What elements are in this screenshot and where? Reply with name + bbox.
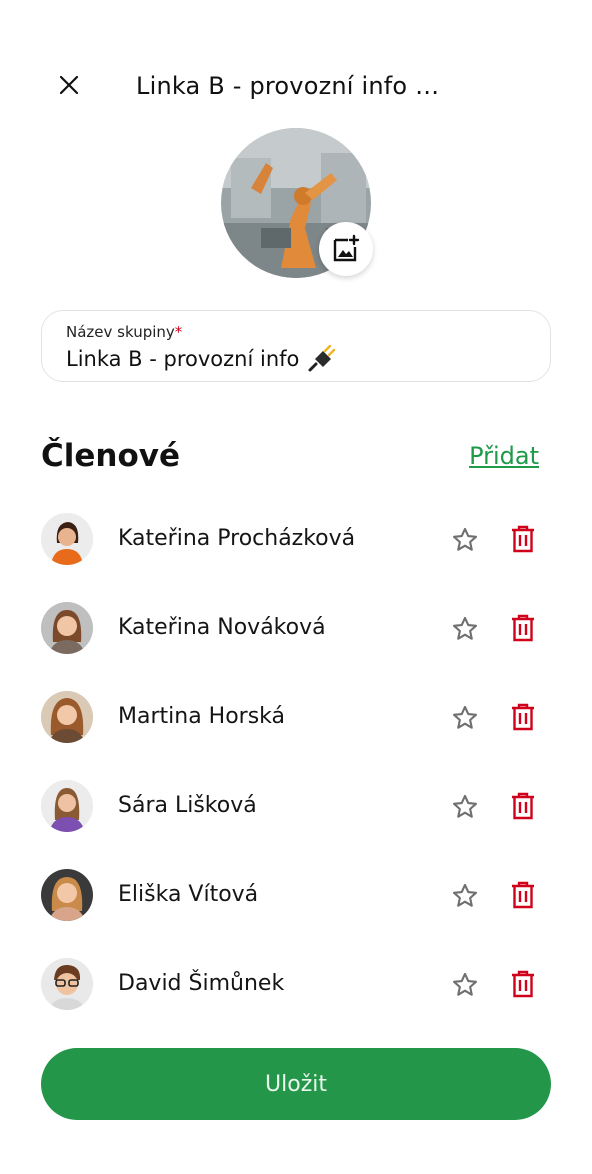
electric-plug-icon: [307, 345, 337, 373]
delete-member-button[interactable]: [508, 879, 538, 911]
avatar: [41, 958, 93, 1010]
member-name: Sára Lišková: [118, 793, 257, 818]
close-button[interactable]: [52, 68, 86, 102]
group-name-label: Název skupiny*: [66, 323, 183, 341]
list-item: Eliška Vítová: [0, 868, 592, 957]
favorite-button[interactable]: [450, 525, 480, 555]
avatar: [41, 780, 93, 832]
delete-member-button[interactable]: [508, 790, 538, 822]
star-icon: [452, 972, 478, 996]
member-name: Martina Horská: [118, 704, 286, 729]
list-item: Martina Horská: [0, 690, 592, 779]
delete-member-button[interactable]: [508, 968, 538, 1000]
add-member-link[interactable]: Přidat: [469, 440, 539, 472]
list-item: Kateřina Procházková: [0, 512, 592, 601]
member-name: Kateřina Procházková: [118, 526, 356, 551]
list-item: Sára Lišková: [0, 779, 592, 868]
required-mark: *: [174, 323, 183, 341]
favorite-button[interactable]: [450, 881, 480, 911]
members-title: Členové: [41, 438, 181, 474]
avatar: [41, 602, 93, 654]
avatar: [41, 869, 93, 921]
star-icon: [452, 883, 478, 907]
page-title: Linka B - provozní info …: [136, 72, 440, 100]
star-icon: [452, 794, 478, 818]
favorite-button[interactable]: [450, 703, 480, 733]
member-list: Kateřina Procházková Kateřina Nováková M…: [0, 512, 592, 1046]
member-name: Kateřina Nováková: [118, 615, 326, 640]
close-icon: [59, 75, 79, 95]
save-button[interactable]: Uložit: [41, 1048, 551, 1120]
delete-member-button[interactable]: [508, 523, 538, 555]
trash-icon: [512, 703, 534, 731]
trash-icon: [512, 970, 534, 998]
delete-member-button[interactable]: [508, 701, 538, 733]
trash-icon: [512, 881, 534, 909]
favorite-button[interactable]: [450, 792, 480, 822]
add-image-icon: [333, 234, 360, 262]
trash-icon: [512, 525, 534, 553]
star-icon: [452, 616, 478, 640]
group-name-input[interactable]: Linka B - provozní info: [66, 345, 299, 373]
avatar: [41, 513, 93, 565]
trash-icon: [512, 614, 534, 642]
member-name: Eliška Vítová: [118, 882, 259, 907]
delete-member-button[interactable]: [508, 612, 538, 644]
avatar: [41, 691, 93, 743]
list-item: Kateřina Nováková: [0, 601, 592, 690]
group-name-field[interactable]: Název skupiny* Linka B - provozní info: [41, 310, 551, 382]
trash-icon: [512, 792, 534, 820]
edit-group-screen: Linka B - provozní info … Název skupiny*: [0, 0, 592, 1174]
favorite-button[interactable]: [450, 614, 480, 644]
star-icon: [452, 527, 478, 551]
favorite-button[interactable]: [450, 970, 480, 1000]
add-photo-button[interactable]: [319, 222, 373, 276]
member-name: David Šimůnek: [118, 971, 285, 996]
list-item: David Šimůnek: [0, 957, 592, 1046]
star-icon: [452, 705, 478, 729]
